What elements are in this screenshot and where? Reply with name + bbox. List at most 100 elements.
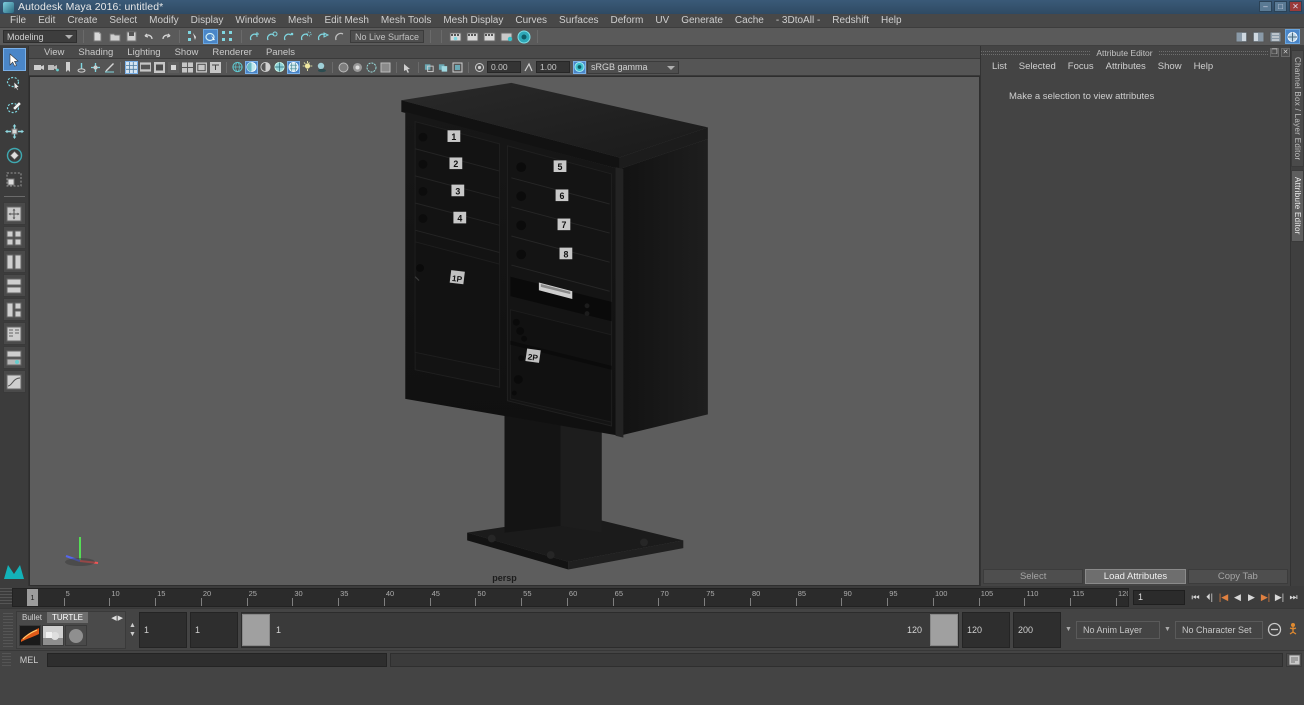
single-perspective-layout[interactable] bbox=[2, 202, 26, 225]
safe-action-icon[interactable] bbox=[195, 61, 208, 74]
shelf-next-icon[interactable]: ▶ bbox=[118, 614, 123, 622]
viewport-menu-lighting[interactable]: Lighting bbox=[120, 46, 167, 59]
ae-menu-list[interactable]: List bbox=[986, 61, 1013, 72]
play-forwards-icon[interactable]: ▶ bbox=[1245, 590, 1258, 605]
new-scene-icon[interactable] bbox=[90, 29, 105, 44]
color-management-icon[interactable] bbox=[573, 60, 586, 74]
use-default-light-icon[interactable] bbox=[301, 61, 314, 74]
menu-cache[interactable]: Cache bbox=[729, 14, 770, 28]
shelf-grip[interactable] bbox=[3, 612, 13, 647]
turtle-bake-icon[interactable] bbox=[19, 625, 41, 646]
shade-selected-icon[interactable] bbox=[259, 61, 272, 74]
copy-tab-button[interactable]: Copy Tab bbox=[1187, 569, 1288, 584]
menu-file[interactable]: File bbox=[4, 14, 32, 28]
side-tab-channel-box[interactable]: Channel Box / Layer Editor bbox=[1291, 50, 1304, 168]
render-settings-icon[interactable] bbox=[482, 29, 497, 44]
ipr-render-icon[interactable] bbox=[465, 29, 480, 44]
gamma-icon[interactable] bbox=[522, 61, 535, 74]
maximize-button[interactable]: □ bbox=[1274, 1, 1287, 12]
viewport-3d[interactable]: 1 2 3 4 5 6 7 8 1P 2P persp bbox=[29, 76, 980, 586]
step-back-key-icon[interactable]: |◀ bbox=[1217, 590, 1230, 605]
shelf-scroll-down-icon[interactable]: ▼ bbox=[129, 631, 136, 638]
panel-drag-handle-left[interactable] bbox=[981, 50, 1091, 55]
close-button[interactable]: ✕ bbox=[1289, 1, 1302, 12]
viewport-menu-renderer[interactable]: Renderer bbox=[205, 46, 259, 59]
select-button[interactable]: Select bbox=[983, 569, 1084, 584]
menu-redshift[interactable]: Redshift bbox=[826, 14, 875, 28]
range-slider-bar[interactable]: 1 120 bbox=[240, 611, 959, 648]
ae-menu-focus[interactable]: Focus bbox=[1062, 61, 1100, 72]
menu-3dtoall[interactable]: - 3DtoAll - bbox=[770, 14, 826, 28]
anim-layer-selector[interactable]: No Anim Layer bbox=[1076, 620, 1160, 639]
auto-keyframe-icon[interactable] bbox=[1266, 622, 1282, 638]
lasso-select-tool[interactable] bbox=[3, 72, 26, 95]
show-hide-channel-box-icon[interactable] bbox=[1268, 29, 1283, 44]
go-to-end-icon[interactable]: ⏭ bbox=[1287, 590, 1300, 605]
snap-to-point-icon[interactable] bbox=[282, 29, 297, 44]
range-start-field[interactable]: 1 bbox=[138, 611, 187, 648]
texture-toggle-icon[interactable] bbox=[287, 60, 300, 74]
character-set-chevron-icon[interactable]: ▼ bbox=[1163, 626, 1172, 633]
minimize-button[interactable]: – bbox=[1259, 1, 1272, 12]
command-input[interactable] bbox=[47, 652, 387, 667]
render-view-icon[interactable] bbox=[516, 29, 531, 44]
live-surface-field[interactable]: No Live Surface bbox=[350, 30, 425, 43]
ae-menu-show[interactable]: Show bbox=[1152, 61, 1188, 72]
menu-surfaces[interactable]: Surfaces bbox=[553, 14, 604, 28]
xray-active-components-icon[interactable] bbox=[451, 61, 464, 74]
snap-to-grid-icon[interactable] bbox=[248, 29, 263, 44]
hypershade-icon[interactable] bbox=[499, 29, 514, 44]
menuset-selector[interactable]: Modeling bbox=[3, 30, 77, 43]
panel-drag-handle-right[interactable] bbox=[1158, 50, 1269, 55]
side-tab-attribute-editor[interactable]: Attribute Editor bbox=[1291, 170, 1304, 243]
film-gate-icon[interactable] bbox=[139, 61, 152, 74]
resolution-gate-icon[interactable] bbox=[153, 61, 166, 74]
smooth-shade-all-icon[interactable] bbox=[245, 60, 258, 74]
shelf-prev-icon[interactable]: ◀ bbox=[111, 614, 116, 622]
render-current-frame-icon[interactable] bbox=[448, 29, 463, 44]
shelf-scroll-up-icon[interactable]: ▲ bbox=[129, 622, 136, 629]
shadows-icon[interactable] bbox=[315, 61, 328, 74]
select-tool[interactable] bbox=[2, 48, 26, 71]
show-hide-attribute-panel-icon[interactable] bbox=[1285, 29, 1300, 44]
viewport-menu-show[interactable]: Show bbox=[168, 46, 206, 59]
range-start-handle[interactable] bbox=[241, 613, 270, 646]
depth-of-field-icon[interactable] bbox=[379, 61, 392, 74]
anim-end-field[interactable]: 120 bbox=[962, 611, 1010, 648]
character-set-selector[interactable]: No Character Set bbox=[1175, 620, 1263, 639]
select-by-hierarchy-icon[interactable] bbox=[186, 29, 201, 44]
viewport-menu-view[interactable]: View bbox=[37, 46, 71, 59]
current-frame-indicator[interactable]: 1 bbox=[27, 588, 38, 606]
grid-toggle-icon[interactable] bbox=[125, 60, 138, 74]
isolate-select-icon[interactable] bbox=[401, 61, 414, 74]
rotate-tool[interactable] bbox=[3, 144, 26, 167]
motion-blur-icon[interactable] bbox=[351, 61, 364, 74]
command-line-grip[interactable] bbox=[2, 652, 11, 667]
turtle-render-icon[interactable] bbox=[42, 625, 64, 646]
viewport-menu-panels[interactable]: Panels bbox=[259, 46, 302, 59]
viewport-menu-shading[interactable]: Shading bbox=[71, 46, 120, 59]
menu-select[interactable]: Select bbox=[103, 14, 143, 28]
persp-graph-layout[interactable] bbox=[2, 370, 26, 393]
xray-joints-icon[interactable] bbox=[437, 61, 450, 74]
select-camera-icon[interactable] bbox=[33, 61, 46, 74]
bookmark-icon[interactable] bbox=[61, 61, 74, 74]
command-language-label[interactable]: MEL bbox=[14, 655, 44, 665]
two-panes-stacked-layout[interactable] bbox=[2, 274, 26, 297]
select-by-component-type-icon[interactable] bbox=[220, 29, 235, 44]
anim-layer-chevron-icon[interactable]: ▼ bbox=[1064, 626, 1073, 633]
make-live-icon[interactable] bbox=[333, 29, 348, 44]
snap-to-curve-icon[interactable] bbox=[265, 29, 280, 44]
animation-preferences-icon[interactable] bbox=[1285, 622, 1301, 638]
grease-pencil-icon[interactable] bbox=[103, 61, 116, 74]
three-panes-layout[interactable] bbox=[2, 298, 26, 321]
playback-end-field[interactable]: 200 bbox=[1013, 611, 1061, 648]
move-tool[interactable] bbox=[3, 120, 26, 143]
wireframe-on-shaded-icon[interactable] bbox=[273, 61, 286, 74]
script-editor-icon[interactable] bbox=[1286, 652, 1302, 667]
scale-tool[interactable] bbox=[3, 168, 26, 191]
panel-close-button[interactable]: ✕ bbox=[1281, 48, 1291, 57]
ae-menu-help[interactable]: Help bbox=[1188, 61, 1220, 72]
ae-menu-selected[interactable]: Selected bbox=[1013, 61, 1062, 72]
menu-modify[interactable]: Modify bbox=[143, 14, 184, 28]
